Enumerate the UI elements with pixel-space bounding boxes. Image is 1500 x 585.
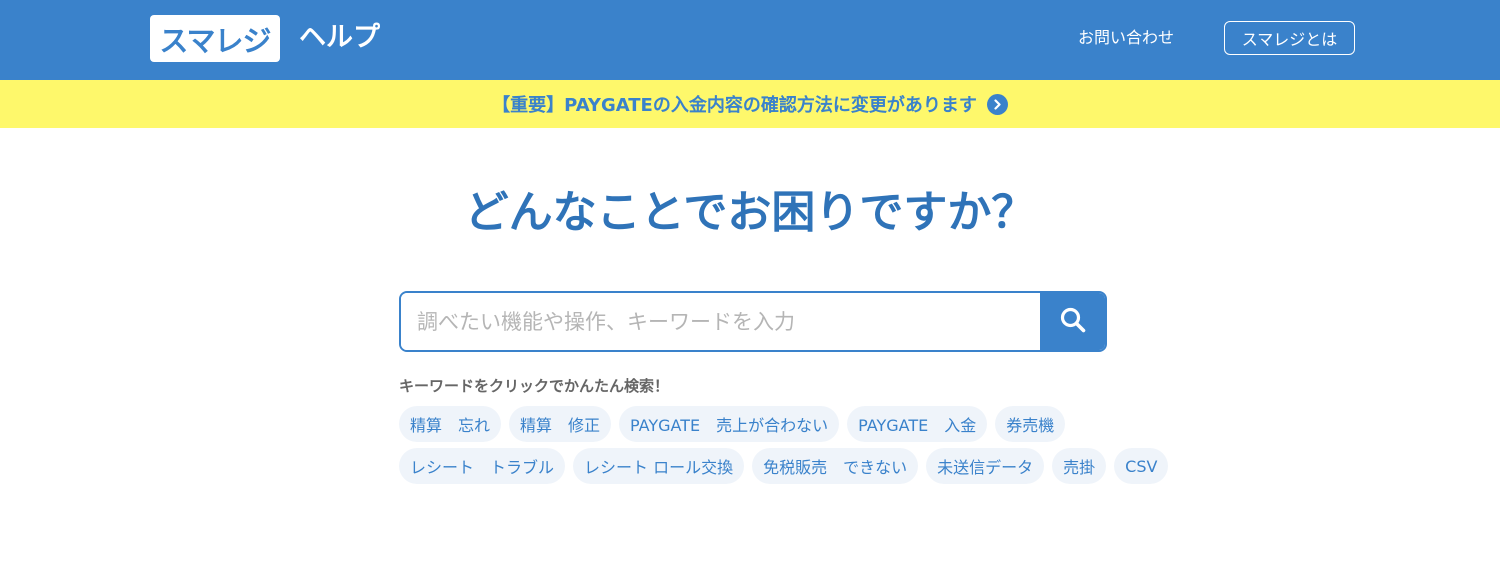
- keyword-chips: 精算 忘れ 精算 修正 PAYGATE 売上が合わない PAYGATE 入金 券…: [399, 406, 1189, 484]
- notice-text: 【重要】PAYGATEの入金内容の確認方法に変更があります: [492, 95, 977, 116]
- search-input[interactable]: [401, 293, 1040, 350]
- about-button-label: スマレジとは: [1241, 32, 1338, 49]
- keyword-chip[interactable]: 精算 修正: [509, 406, 612, 442]
- keyword-chip[interactable]: レシート ロール交換: [573, 448, 745, 484]
- keyword-heading: キーワードをクリックでかんたん検索！: [399, 377, 670, 395]
- logo[interactable]: スマレジ: [150, 15, 280, 62]
- search-bar: [399, 291, 1107, 352]
- keyword-chip[interactable]: レシート トラブル: [399, 448, 566, 484]
- keyword-chip[interactable]: 売掛: [1052, 448, 1107, 484]
- search-button[interactable]: [1040, 293, 1105, 350]
- notice-banner[interactable]: 【重要】PAYGATEの入金内容の確認方法に変更があります: [0, 80, 1500, 128]
- chevron-right-circle-icon: [986, 93, 1008, 115]
- logo-subtitle[interactable]: ヘルプ: [299, 20, 380, 56]
- contact-link[interactable]: お問い合わせ: [1078, 27, 1174, 49]
- keyword-chip[interactable]: PAYGATE 売上が合わない: [619, 406, 840, 442]
- about-button[interactable]: スマレジとは: [1224, 21, 1355, 55]
- site-header: スマレジ ヘルプ お問い合わせ スマレジとは: [0, 0, 1500, 80]
- keyword-chip[interactable]: 精算 忘れ: [399, 406, 502, 442]
- keyword-chip[interactable]: 券売機: [995, 406, 1066, 442]
- keyword-chip[interactable]: PAYGATE 入金: [847, 406, 988, 442]
- keyword-chip[interactable]: CSV: [1114, 448, 1169, 484]
- keyword-chip[interactable]: 未送信データ: [926, 448, 1045, 484]
- logo-text: スマレジ: [159, 23, 271, 58]
- search-icon: [1059, 306, 1087, 337]
- keyword-chip[interactable]: 免税販売 できない: [752, 448, 919, 484]
- page-title: どんなことでお困りですか？: [464, 187, 1036, 238]
